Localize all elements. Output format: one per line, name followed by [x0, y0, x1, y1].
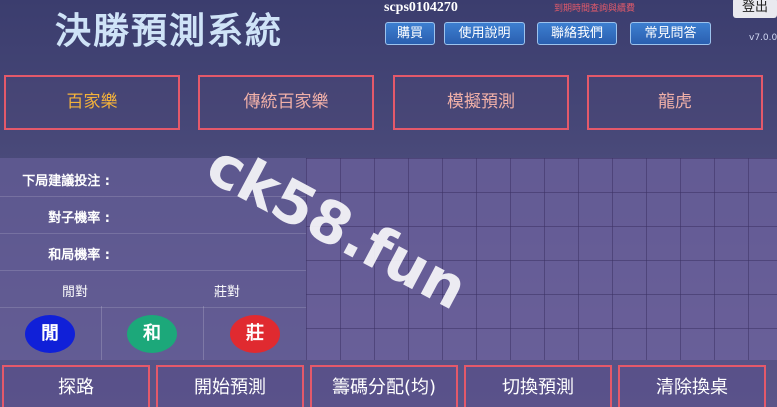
tie-prob-row: 和局機率 : [0, 234, 306, 271]
tab-baccarat[interactable]: 百家樂 [4, 75, 180, 130]
road-explore-button[interactable]: 探路 [2, 365, 150, 407]
tab-traditional-baccarat[interactable]: 傳統百家樂 [198, 75, 374, 130]
next-bet-row: 下局建議投注 : [0, 160, 306, 197]
chip-allocation-button[interactable]: 籌碼分配(均) [310, 365, 458, 407]
app-title: 決勝預測系統 [55, 10, 284, 52]
banker-pair-label: 莊對 [214, 285, 241, 300]
player-button[interactable]: 閒 [25, 315, 75, 353]
username: scps0104270 [384, 0, 458, 15]
next-bet-label: 下局建議投注 : [22, 174, 110, 189]
tab-dragon-tiger[interactable]: 龍虎 [587, 75, 763, 130]
bead-road-grid [306, 158, 777, 360]
pair-row [0, 271, 306, 308]
manual-button[interactable]: 使用說明 [444, 22, 525, 45]
logout-button[interactable]: 登出 [733, 0, 777, 18]
start-prediction-button[interactable]: 開始預測 [156, 365, 304, 407]
pair-prob-row: 對子機率 : [0, 197, 306, 234]
pair-prob-label: 對子機率 : [48, 211, 110, 226]
clear-switch-table-button[interactable]: 清除換桌 [618, 365, 766, 407]
banker-button[interactable]: 莊 [230, 315, 280, 353]
faq-button[interactable]: 常見問答 [630, 22, 711, 45]
divider [101, 306, 102, 360]
tie-prob-label: 和局機率 : [48, 248, 110, 263]
version-label: v7.0.0 [749, 33, 777, 43]
divider [203, 306, 204, 360]
contact-button[interactable]: 聯絡我們 [537, 22, 617, 45]
tab-simulation[interactable]: 模擬預測 [393, 75, 569, 130]
tie-button[interactable]: 和 [127, 315, 177, 353]
player-pair-label: 閒對 [62, 285, 89, 300]
expiry-notice-link[interactable]: 到期時間查詢與續費 [554, 1, 635, 14]
buy-button[interactable]: 購買 [385, 22, 435, 45]
switch-prediction-button[interactable]: 切換預測 [464, 365, 612, 407]
